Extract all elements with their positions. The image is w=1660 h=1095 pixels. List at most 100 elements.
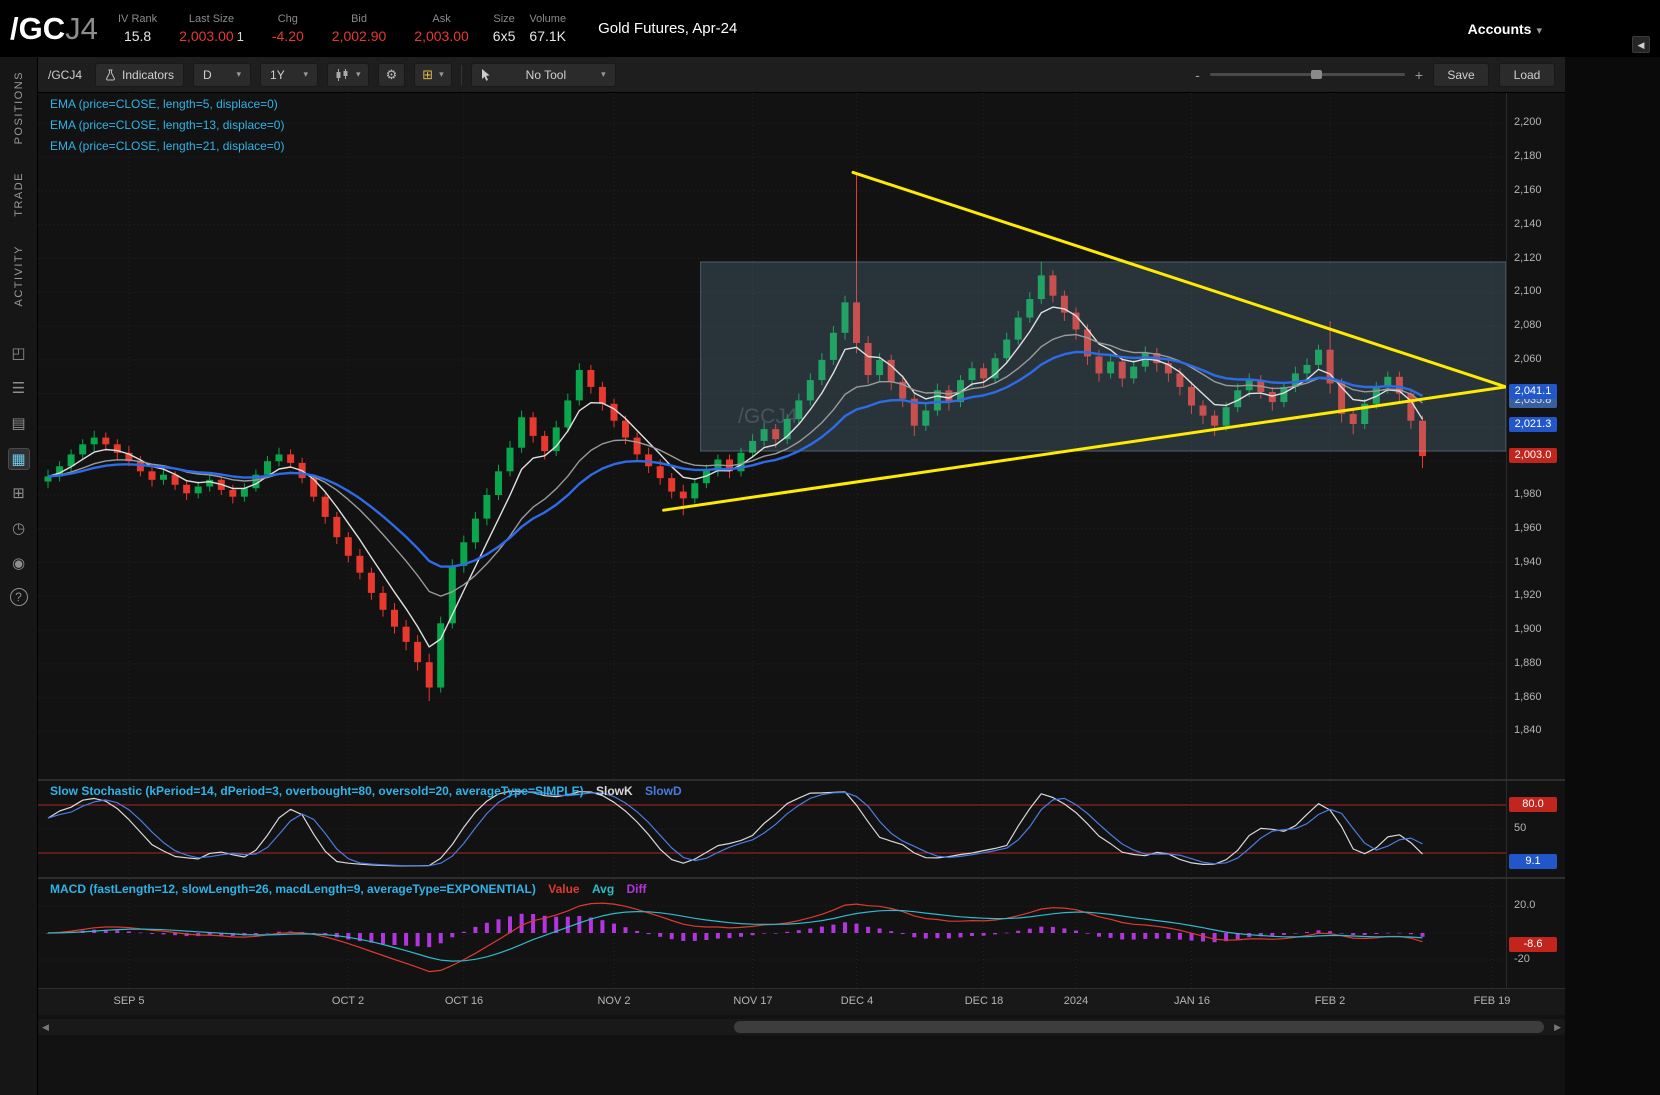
price-pane: /GCJ4 EMA (price=CLOSE, length=5, displa…: [38, 93, 1506, 779]
price-badge: 2,021.3: [1509, 417, 1557, 433]
macd-axis-badge: -8.6: [1509, 936, 1557, 952]
sidebar-tab-positions[interactable]: POSITIONS: [13, 57, 25, 158]
contract-description: Gold Futures, Apr-24: [598, 20, 738, 37]
time-axis-label: 2024: [1063, 995, 1089, 1007]
stochastic-study-label[interactable]: Slow Stochastic (kPeriod=14, dPeriod=3, …: [50, 784, 584, 798]
chart-toolbar: /GCJ4 Indicators D ▾ 1Y ▾ ▾ ⚙ ⊞ ▾ No Too…: [38, 57, 1565, 93]
quote-header: /GCJ4 IV Rank 15.8 Last Size 2,003.00 1 C…: [0, 0, 1660, 57]
chart-layout-dropdown[interactable]: ⊞ ▾: [414, 62, 452, 87]
gear-icon: ⚙: [385, 66, 398, 82]
collapse-right-panel-button[interactable]: ◀: [1632, 36, 1650, 53]
stochastic-pane: Slow Stochastic (kPeriod=14, dPeriod=3, …: [38, 781, 1506, 877]
beaker-icon: [106, 69, 115, 80]
stat-ask: Ask 2,003.00: [414, 13, 469, 44]
layout-grid-icon[interactable]: ⊞: [8, 483, 30, 505]
price-axis-label: 2,060: [1514, 352, 1542, 365]
orders-ledger-icon[interactable]: ▤: [8, 413, 30, 435]
scroll-right-arrow[interactable]: ▶: [1554, 1022, 1561, 1033]
macd-axis[interactable]: 20.0 -8.6 -20: [1506, 879, 1565, 988]
price-chart-canvas[interactable]: /GCJ4: [38, 93, 1506, 779]
chart-gadget: /GCJ4 Indicators D ▾ 1Y ▾ ▾ ⚙ ⊞ ▾ No Too…: [38, 57, 1565, 1095]
stat-size: Size 6x5: [492, 13, 516, 44]
chevron-down-icon: ▾: [303, 69, 309, 79]
price-badge: 2,003.0: [1509, 448, 1557, 464]
time-axis-label: OCT 16: [444, 995, 484, 1007]
scrollbar-thumb[interactable]: [734, 1021, 1544, 1033]
stoch-axis-badge: 80.0: [1509, 797, 1557, 812]
sidebar-tab-activity[interactable]: ACTIVITY: [13, 231, 25, 321]
symbol-month-code: J4: [65, 10, 98, 46]
time-axis-label: FEB 2: [1314, 995, 1346, 1007]
help-icon[interactable]: ?: [9, 587, 28, 606]
study-labels: EMA (price=CLOSE, length=5, displace=0) …: [50, 97, 284, 160]
time-axis-label: JAN 16: [1173, 995, 1211, 1007]
stoch-axis-label: 50: [1514, 822, 1527, 834]
accounts-dropdown[interactable]: Accounts ▾: [1468, 21, 1542, 37]
drawing-tool-dropdown[interactable]: No Tool ▾: [470, 62, 616, 87]
load-button[interactable]: Load: [1499, 62, 1555, 87]
chart-style-dropdown[interactable]: ▾: [327, 62, 369, 87]
aggregation-dropdown[interactable]: D ▾: [193, 62, 252, 87]
macd-diff-legend: Diff: [626, 882, 647, 896]
left-sidebar: POSITIONS TRADE ACTIVITY ◰ ☰ ▤ ▦ ⊞ ◷ ◉?: [0, 57, 38, 1095]
zoom-slider-thumb[interactable]: [1311, 70, 1323, 79]
price-axis-label: 2,120: [1514, 251, 1542, 264]
price-badge: 2,041.1: [1509, 383, 1557, 399]
sidebar-icon-stack: ◰ ☰ ▤ ▦ ⊞ ◷ ◉?: [7, 343, 30, 606]
time-axis-label: NOV 17: [733, 995, 773, 1007]
stochastic-label-row: Slow Stochastic (kPeriod=14, dPeriod=3, …: [50, 784, 682, 798]
stat-last-size: Last Size 2,003.00 1: [179, 13, 244, 44]
price-axis-label: 1,860: [1514, 690, 1542, 703]
charts-icon[interactable]: ▦: [7, 447, 30, 470]
price-axis-label: 2,100: [1514, 285, 1542, 298]
time-axis-label: DEC 18: [964, 995, 1004, 1007]
price-axis[interactable]: 1,840 1,860 1,880 1,900 1,920 1,940 1,960 1,980…: [1506, 93, 1565, 779]
scroll-left-arrow[interactable]: ◀: [42, 1022, 49, 1033]
save-button[interactable]: Save: [1433, 62, 1489, 87]
pointer-icon: [481, 68, 490, 81]
stoch-axis-badge: 9.1: [1509, 853, 1557, 869]
sidebar-tab-trade[interactable]: TRADE: [13, 158, 25, 231]
ema5-label[interactable]: EMA (price=CLOSE, length=5, displace=0): [50, 97, 284, 111]
time-axis-label: FEB 19: [1473, 995, 1511, 1007]
stat-chg: Chg -4.20: [271, 13, 304, 44]
ema13-label[interactable]: EMA (price=CLOSE, length=13, displace=0): [50, 118, 284, 132]
slowd-legend: SlowD: [645, 784, 682, 798]
price-axis-label: 1,980: [1514, 488, 1542, 500]
time-axis-label: NOV 2: [597, 995, 631, 1007]
chart-scrollbar[interactable]: ◀ ▶: [38, 1019, 1565, 1035]
range-dropdown[interactable]: 1Y ▾: [260, 62, 319, 87]
toolbar-separator: [460, 64, 462, 85]
macd-axis-label: -20: [1514, 953, 1530, 965]
watchlist-icon[interactable]: ☰: [8, 378, 30, 400]
price-axis-label: 2,180: [1514, 150, 1542, 163]
zoom-slider[interactable]: [1209, 70, 1405, 79]
stochastic-axis[interactable]: 80.0 50 9.1: [1506, 781, 1565, 877]
monitor-chart-icon[interactable]: ◰: [8, 343, 30, 365]
macd-avg-legend: Avg: [591, 882, 615, 896]
slowk-legend: SlowK: [595, 784, 633, 798]
macd-study-label[interactable]: MACD (fastLength=12, slowLength=26, macd…: [50, 882, 536, 896]
zoom-in-button[interactable]: +: [1415, 67, 1423, 83]
ema21-label[interactable]: EMA (price=CLOSE, length=21, displace=0): [50, 139, 284, 153]
time-axis[interactable]: SEP 5 OCT 2 OCT 16 NOV 2 NOV 17 DEC 4 DEC 18 20…: [38, 989, 1565, 1015]
price-axis-label: 2,140: [1514, 217, 1542, 230]
stat-iv-rank: IV Rank 15.8: [118, 13, 158, 44]
symbol-root: /GC: [10, 10, 66, 46]
stat-volume: Volume 67.1K: [529, 13, 567, 44]
price-axis-label: 2,080: [1514, 319, 1542, 332]
zoom-out-button[interactable]: -: [1195, 67, 1200, 83]
community-icon[interactable]: ◉: [8, 553, 30, 575]
macd-value-legend: Value: [548, 882, 580, 896]
chevron-down-icon: ▾: [236, 69, 242, 79]
macd-pane: MACD (fastLength=12, slowLength=26, macd…: [38, 879, 1506, 988]
collapsed-right-panel: [1565, 57, 1660, 1095]
time-axis-label: DEC 4: [840, 995, 874, 1007]
indicators-button[interactable]: Indicators: [95, 62, 185, 87]
grid-layout-icon: ⊞: [422, 66, 434, 82]
price-axis-label: 1,880: [1514, 656, 1542, 669]
chart-settings-button[interactable]: ⚙: [377, 62, 406, 87]
price-axis-label: 1,940: [1514, 555, 1542, 568]
macd-label-row: MACD (fastLength=12, slowLength=26, macd…: [50, 882, 647, 896]
history-clock-icon[interactable]: ◷: [8, 518, 30, 540]
